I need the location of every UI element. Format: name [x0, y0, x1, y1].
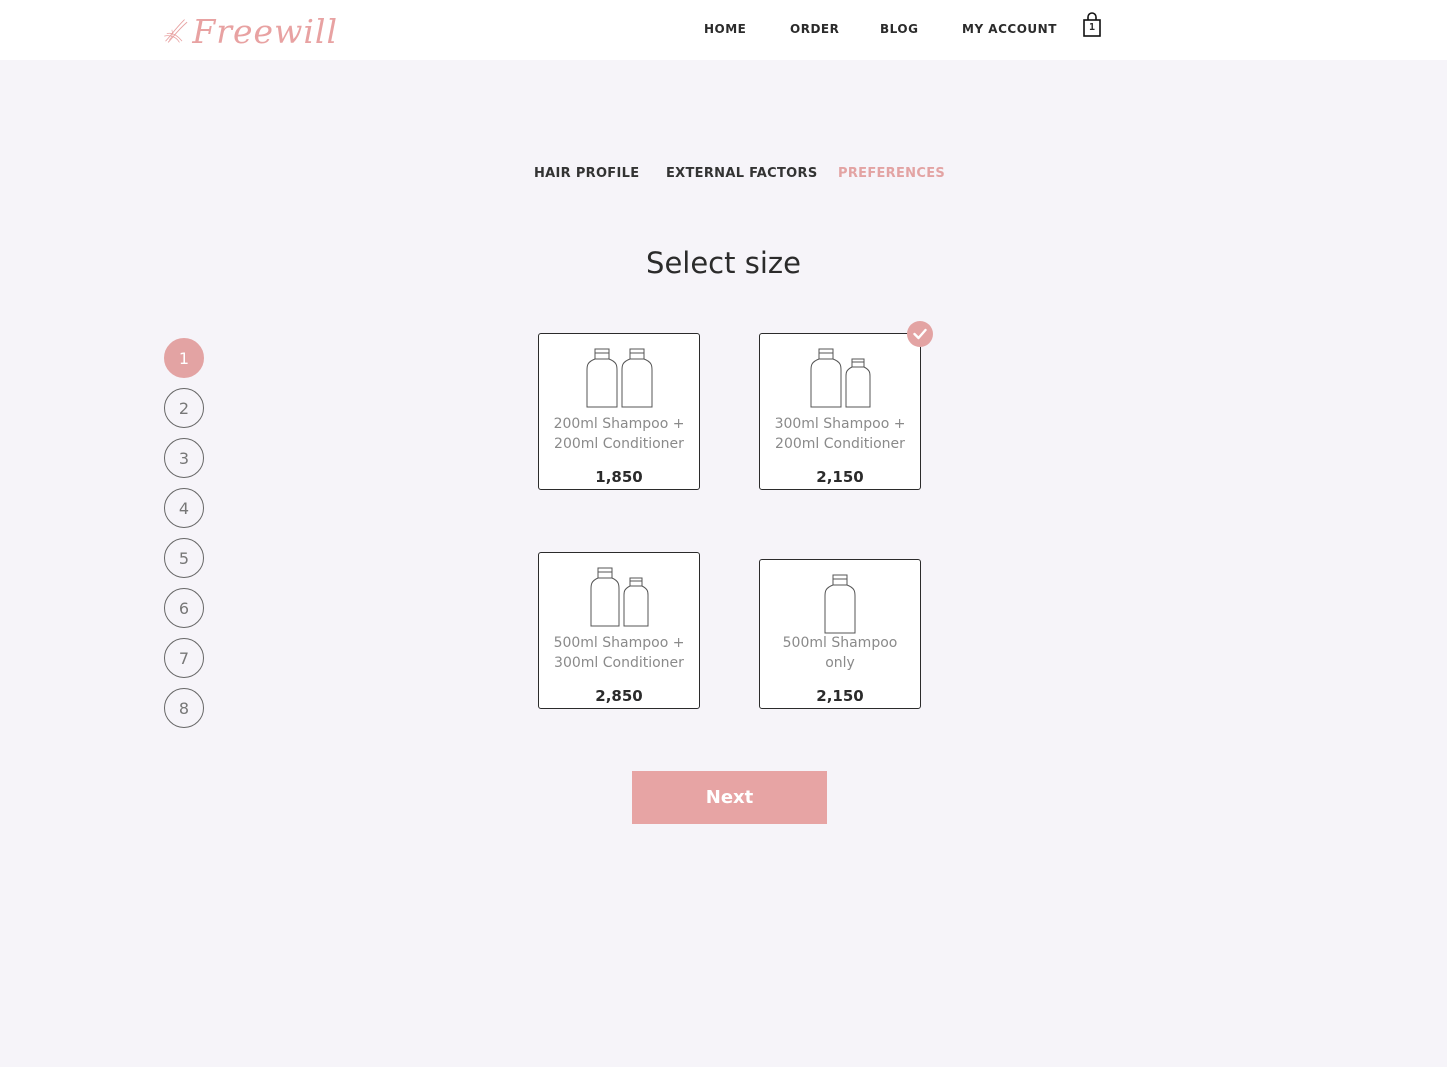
option-line-1: 300ml Shampoo + [774, 416, 906, 432]
step-3[interactable]: 3 [164, 438, 204, 478]
option-price: 1,850 [595, 468, 643, 486]
tab-external-factors[interactable]: EXTERNAL FACTORS [666, 166, 818, 181]
option-description: 500ml Shampoo + 300ml Conditioner [539, 633, 699, 673]
option-line-1: 500ml Shampoo [782, 635, 898, 651]
step-5[interactable]: 5 [164, 538, 204, 578]
step-4[interactable]: 4 [164, 488, 204, 528]
hair-swirl-icon [164, 19, 188, 43]
option-line-1: 200ml Shampoo + [553, 416, 685, 432]
size-option-card[interactable]: 500ml Shampoo only 2,150 [759, 559, 921, 709]
option-price: 2,150 [816, 468, 864, 486]
option-line-2: 200ml Conditioner [554, 436, 684, 452]
option-line-1: 500ml Shampoo + [553, 635, 685, 651]
option-line-2: 200ml Conditioner [775, 436, 905, 452]
option-price: 2,150 [816, 687, 864, 705]
next-button[interactable]: Next [632, 771, 827, 824]
two-bottles-icon [539, 565, 699, 627]
option-description: 500ml Shampoo only [760, 633, 920, 673]
nav-order[interactable]: ORDER [790, 22, 839, 36]
size-option-card[interactable]: 200ml Shampoo + 200ml Conditioner 1,850 [538, 333, 700, 490]
size-option-card[interactable]: 500ml Shampoo + 300ml Conditioner 2,850 [538, 552, 700, 709]
page-title: Select size [646, 246, 801, 280]
option-line-2: 300ml Conditioner [554, 655, 684, 671]
two-bottles-icon [539, 346, 699, 408]
option-description: 300ml Shampoo + 200ml Conditioner [760, 414, 920, 454]
two-bottles-icon [760, 346, 920, 408]
step-2[interactable]: 2 [164, 388, 204, 428]
option-price: 2,850 [595, 687, 643, 705]
tab-hair-profile[interactable]: HAIR PROFILE [534, 166, 639, 181]
brand-logo[interactable]: Freewill [163, 8, 338, 54]
site-header: Freewill HOME ORDER BLOG MY ACCOUNT 1 [0, 0, 1447, 60]
cart-button[interactable]: 1 [1082, 12, 1102, 38]
nav-blog[interactable]: BLOG [880, 22, 918, 36]
check-icon [907, 321, 933, 347]
nav-my-account[interactable]: MY ACCOUNT [962, 22, 1057, 36]
tab-preferences[interactable]: PREFERENCES [838, 166, 945, 181]
step-6[interactable]: 6 [164, 588, 204, 628]
bottle-icon [760, 572, 920, 634]
brand-name: Freewill [192, 11, 338, 51]
step-8[interactable]: 8 [164, 688, 204, 728]
option-description: 200ml Shampoo + 200ml Conditioner [539, 414, 699, 454]
nav-home[interactable]: HOME [704, 22, 746, 36]
cart-count: 1 [1088, 22, 1096, 33]
step-1[interactable]: 1 [164, 338, 204, 378]
option-line-2: only [825, 655, 855, 671]
size-option-card-selected[interactable]: 300ml Shampoo + 200ml Conditioner 2,150 [759, 321, 933, 490]
step-7[interactable]: 7 [164, 638, 204, 678]
